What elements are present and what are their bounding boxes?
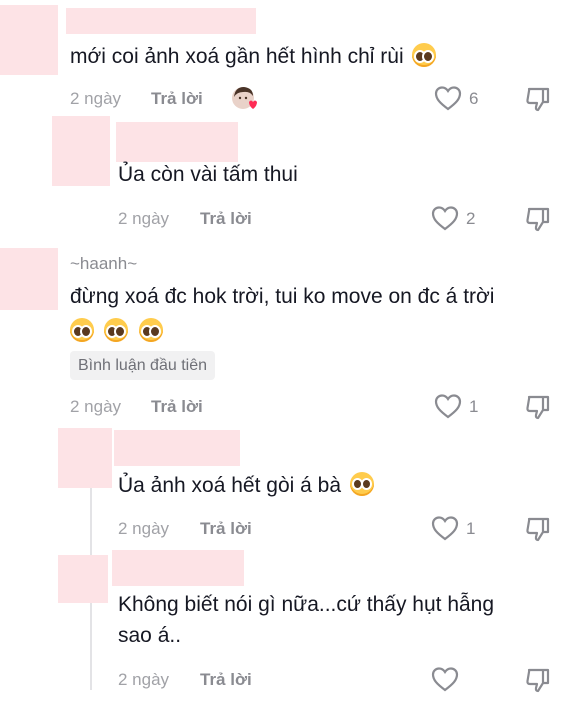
comment-emojis <box>70 318 163 343</box>
avatar[interactable] <box>0 248 58 310</box>
reply-button[interactable]: Trả lời <box>151 89 203 109</box>
comment-date: 2 ngày <box>70 397 122 416</box>
heart-icon <box>431 206 459 231</box>
thumbs-down-icon <box>526 668 550 693</box>
username-blurred[interactable] <box>66 8 256 34</box>
like-button[interactable] <box>431 666 459 692</box>
pleading-face-icon <box>104 318 129 342</box>
comment-text-content: mới coi ảnh xoá gần hết hình chỉ rùi <box>70 45 404 68</box>
reply-button[interactable]: Trả lời <box>200 519 252 539</box>
thumbs-down-icon <box>526 207 550 232</box>
comment-text-line2: sao á.. <box>118 624 182 647</box>
comment-text-line1: Không biết nói gì nữa...cứ thấy hụt hẫng <box>118 593 495 616</box>
avatar[interactable] <box>58 555 108 603</box>
avatar[interactable] <box>58 428 112 488</box>
first-comment-badge: Bình luận đầu tiên <box>70 351 215 380</box>
comment-date: 2 ngày <box>118 519 170 538</box>
comment-text: Ủa ảnh xoá hết gòi á bà <box>118 471 374 501</box>
username-blurred[interactable] <box>112 550 244 586</box>
like-button[interactable] <box>434 393 462 419</box>
like-button[interactable] <box>431 205 459 231</box>
comment-date: 2 ngày <box>70 89 122 108</box>
username-blurred[interactable] <box>116 122 238 162</box>
like-button[interactable] <box>431 515 459 541</box>
pleading-face-icon <box>412 43 437 67</box>
comment-username[interactable]: ~haanh~ <box>70 254 137 274</box>
username-blurred[interactable] <box>114 430 240 466</box>
heart-icon <box>434 86 462 111</box>
heart-icon <box>431 516 459 541</box>
avatar[interactable] <box>0 5 58 75</box>
pleading-face-icon <box>70 318 94 342</box>
dislike-button[interactable] <box>524 666 552 694</box>
like-count: 2 <box>466 209 476 228</box>
dislike-button[interactable] <box>524 205 552 233</box>
like-count: 1 <box>466 519 476 538</box>
like-count: 1 <box>469 397 479 416</box>
creator-liked-avatar <box>231 85 259 113</box>
dislike-button[interactable] <box>524 515 552 543</box>
heart-icon <box>431 667 459 692</box>
like-count: 6 <box>469 89 479 108</box>
like-button[interactable] <box>434 85 462 111</box>
heart-icon <box>434 394 462 419</box>
comment-text: đừng xoá đc hok trời, tui ko move on đc … <box>70 285 495 308</box>
thumbs-down-icon <box>526 395 550 420</box>
comment-date: 2 ngày <box>118 209 170 228</box>
thumbs-down-icon <box>526 517 550 542</box>
comment-text-content: Ủa ảnh xoá hết gòi á bà <box>118 474 342 497</box>
reply-button[interactable]: Trả lời <box>200 209 252 229</box>
dislike-button[interactable] <box>524 85 552 113</box>
reply-button[interactable]: Trả lời <box>151 397 203 417</box>
dislike-button[interactable] <box>524 393 552 421</box>
avatar[interactable] <box>52 116 110 186</box>
thumbs-down-icon <box>526 87 550 112</box>
pleading-face-icon <box>138 318 163 342</box>
reply-button[interactable]: Trả lời <box>200 670 252 690</box>
flushed-face-icon <box>349 472 374 496</box>
comment-text: Ủa còn vài tấm thui <box>118 163 298 186</box>
comment-text: mới coi ảnh xoá gần hết hình chỉ rùi <box>70 42 437 72</box>
comment-date: 2 ngày <box>118 670 170 689</box>
